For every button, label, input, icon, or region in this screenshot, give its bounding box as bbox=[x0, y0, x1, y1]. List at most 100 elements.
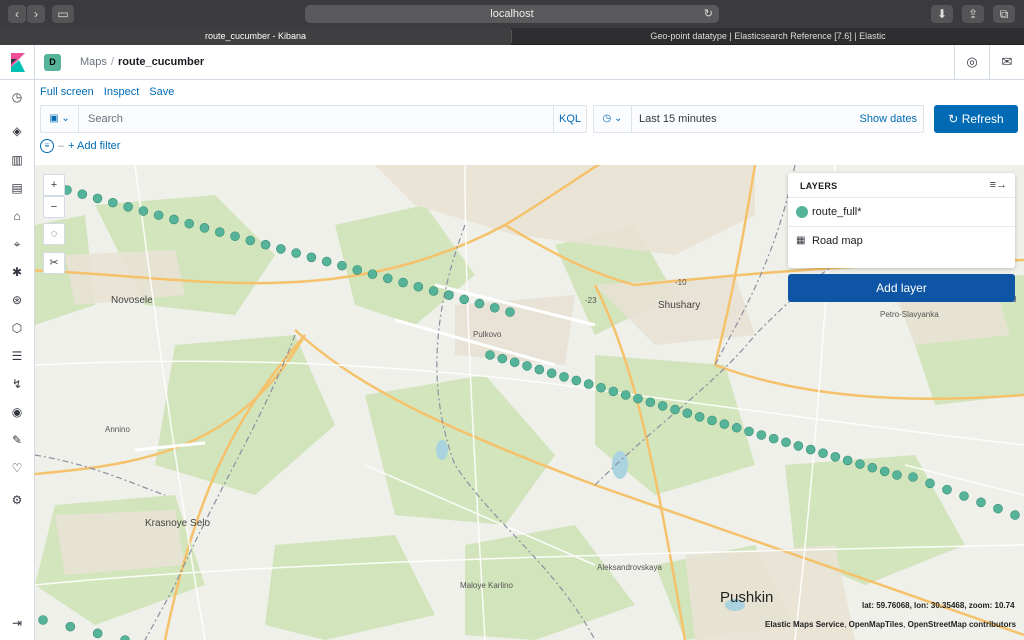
attribution-ems[interactable]: Elastic Maps Service bbox=[765, 620, 844, 629]
tabs-overview-icon[interactable]: ⧉ bbox=[993, 5, 1015, 23]
route-point[interactable] bbox=[744, 426, 754, 437]
route-point[interactable] bbox=[719, 419, 730, 429]
route-point[interactable] bbox=[855, 459, 865, 469]
share-icon[interactable]: ⇪ bbox=[962, 5, 984, 23]
route-point[interactable] bbox=[818, 448, 828, 458]
route-point[interactable] bbox=[534, 364, 545, 375]
space-avatar[interactable]: D bbox=[44, 54, 61, 71]
route-point[interactable] bbox=[169, 214, 179, 225]
route-point[interactable] bbox=[892, 470, 902, 480]
route-point[interactable] bbox=[92, 193, 103, 204]
apm-icon[interactable]: ☰ bbox=[9, 348, 25, 364]
route-point[interactable] bbox=[291, 248, 301, 258]
map-canvas[interactable]: Novosele Shushary Pulkovo Petro-Slavyank… bbox=[35, 165, 1024, 640]
tab-kibana[interactable]: route_cucumber - Kibana bbox=[0, 28, 511, 45]
metrics-icon[interactable]: ⊛ bbox=[9, 292, 25, 308]
route-point[interactable] bbox=[38, 615, 48, 625]
route-point[interactable] bbox=[184, 218, 195, 229]
add-filter-link[interactable]: + Add filter bbox=[68, 140, 120, 152]
route-point[interactable] bbox=[245, 235, 256, 246]
route-point[interactable] bbox=[123, 202, 133, 212]
route-point[interactable] bbox=[306, 252, 317, 263]
route-point[interactable] bbox=[842, 455, 853, 466]
route-point[interactable] bbox=[925, 478, 935, 489]
inspect-link[interactable]: Inspect bbox=[104, 86, 139, 98]
route-point[interactable] bbox=[707, 415, 717, 426]
route-point[interactable] bbox=[976, 497, 986, 508]
route-point[interactable] bbox=[571, 375, 582, 386]
route-point[interactable] bbox=[505, 307, 515, 317]
refresh-button[interactable]: ↻ Refresh bbox=[934, 105, 1018, 133]
fullscreen-link[interactable]: Full screen bbox=[40, 86, 94, 98]
tab-elastic-docs[interactable]: Geo-point datatype | Elasticsearch Refer… bbox=[512, 28, 1024, 45]
canvas-icon[interactable]: ⌂ bbox=[9, 208, 25, 224]
route-point[interactable] bbox=[77, 189, 88, 200]
add-layer-button[interactable]: Add layer bbox=[788, 274, 1015, 302]
back-icon[interactable]: ‹ bbox=[8, 5, 26, 23]
zoom-out-icon[interactable]: − bbox=[43, 196, 65, 218]
route-point[interactable] bbox=[596, 382, 606, 393]
route-point[interactable] bbox=[620, 390, 631, 400]
tools-icon[interactable]: ✂ bbox=[43, 252, 65, 274]
discover-compass-icon[interactable]: ◈ bbox=[9, 123, 25, 139]
help-icon[interactable]: ◎ bbox=[954, 45, 989, 80]
route-point[interactable] bbox=[398, 277, 408, 288]
route-point[interactable] bbox=[199, 223, 210, 233]
dev-tools-icon[interactable]: ✎ bbox=[9, 432, 25, 448]
route-point[interactable] bbox=[459, 294, 469, 305]
route-point[interactable] bbox=[230, 231, 240, 242]
route-point[interactable] bbox=[108, 197, 118, 208]
uptime-icon[interactable]: ↯ bbox=[9, 376, 25, 392]
route-point[interactable] bbox=[608, 386, 619, 397]
recent-clock-icon[interactable]: ◷ bbox=[9, 89, 25, 105]
route-point[interactable] bbox=[633, 393, 643, 404]
route-point[interactable] bbox=[694, 412, 705, 422]
siem-icon[interactable]: ◉ bbox=[9, 404, 25, 420]
route-point[interactable] bbox=[65, 621, 76, 632]
route-point[interactable] bbox=[352, 265, 363, 275]
maps-icon[interactable]: ⌖ bbox=[9, 236, 25, 252]
download-icon[interactable]: ⬇ bbox=[931, 5, 953, 23]
reload-icon[interactable]: ↻ bbox=[704, 5, 713, 23]
route-point[interactable] bbox=[509, 357, 520, 368]
route-point[interactable] bbox=[413, 281, 424, 292]
route-point[interactable] bbox=[756, 430, 767, 440]
route-point[interactable] bbox=[682, 408, 693, 418]
route-point[interactable] bbox=[92, 628, 103, 639]
layer-row-route-full[interactable]: route_full* bbox=[788, 197, 1015, 226]
route-point[interactable] bbox=[546, 368, 557, 378]
calendar-clock-icon[interactable]: ◷ ⌄ bbox=[594, 106, 632, 132]
route-point[interactable] bbox=[120, 635, 130, 640]
route-point[interactable] bbox=[382, 273, 393, 284]
kql-toggle[interactable]: KQL bbox=[553, 106, 586, 132]
time-range-value[interactable]: Last 15 minutes bbox=[639, 113, 717, 125]
route-point[interactable] bbox=[583, 379, 594, 389]
route-point[interactable] bbox=[522, 361, 532, 371]
visualize-icon[interactable]: ▥ bbox=[9, 152, 25, 168]
route-point[interactable] bbox=[444, 290, 454, 300]
route-point[interactable] bbox=[138, 206, 149, 216]
route-point[interactable] bbox=[337, 260, 347, 271]
route-point[interactable] bbox=[559, 372, 569, 382]
collapse-layers-icon[interactable]: ≡→ bbox=[990, 179, 1007, 191]
route-point[interactable] bbox=[428, 286, 439, 296]
layer-row-road-map[interactable]: ▦ Road map bbox=[788, 226, 1015, 255]
dashboard-icon[interactable]: ▤ bbox=[9, 180, 25, 196]
route-point[interactable] bbox=[276, 244, 286, 254]
route-point[interactable] bbox=[805, 444, 816, 455]
route-point[interactable] bbox=[1010, 510, 1020, 520]
route-point[interactable] bbox=[474, 298, 485, 309]
show-dates-link[interactable]: Show dates bbox=[860, 113, 917, 125]
route-point[interactable] bbox=[793, 441, 804, 451]
route-point[interactable] bbox=[367, 269, 378, 279]
route-point[interactable] bbox=[657, 401, 668, 411]
address-bar[interactable]: localhost ↻ bbox=[305, 5, 719, 23]
collapse-nav-icon[interactable]: ⇥ bbox=[9, 615, 25, 631]
route-point[interactable] bbox=[489, 302, 500, 313]
mail-icon[interactable]: ✉ bbox=[989, 45, 1024, 80]
route-point[interactable] bbox=[830, 452, 841, 462]
route-point[interactable] bbox=[942, 484, 952, 495]
route-point[interactable] bbox=[879, 466, 890, 477]
zoom-in-icon[interactable]: + bbox=[43, 174, 65, 196]
route-point[interactable] bbox=[959, 491, 969, 501]
